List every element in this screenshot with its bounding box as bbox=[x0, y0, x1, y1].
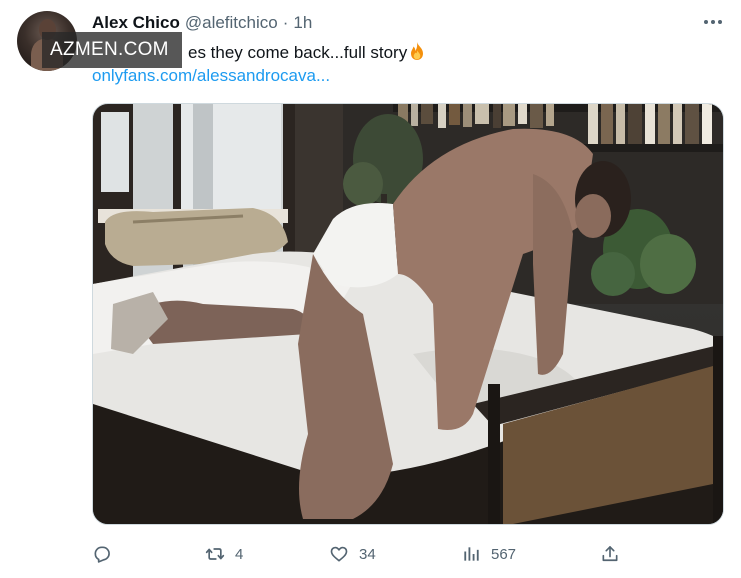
action-bar: 4 34 567 bbox=[92, 540, 724, 568]
tweet-header: Alex Chico @alefitchico · 1h bbox=[92, 12, 312, 34]
retweet-button[interactable]: 4 bbox=[205, 540, 243, 568]
watermark: AZMEN.COM bbox=[42, 32, 182, 68]
reply-icon bbox=[94, 546, 110, 563]
retweet-count: 4 bbox=[235, 545, 244, 563]
views-icon bbox=[464, 547, 479, 561]
share-button[interactable] bbox=[600, 540, 620, 568]
more-horizontal-icon bbox=[704, 20, 708, 24]
heart-icon bbox=[330, 546, 348, 562]
retweet-icon bbox=[205, 548, 225, 560]
like-count: 34 bbox=[359, 545, 376, 563]
like-button[interactable]: 34 bbox=[329, 540, 376, 568]
more-dot bbox=[718, 20, 722, 24]
more-dot bbox=[711, 20, 715, 24]
tweet-link[interactable]: onlyfans.com/alessandrocava... bbox=[92, 66, 330, 86]
author-handle[interactable]: @alefitchico bbox=[185, 13, 278, 33]
separator-dot: · bbox=[282, 13, 289, 32]
author-name[interactable]: Alex Chico bbox=[92, 13, 180, 33]
photo-illustration bbox=[93, 104, 723, 524]
window-pane bbox=[101, 112, 129, 192]
views-button[interactable]: 567 bbox=[461, 540, 516, 568]
tweet-media-photo[interactable] bbox=[92, 103, 724, 525]
more-options-button[interactable] bbox=[700, 12, 726, 32]
tweet[interactable]: Alex Chico @alefitchico · 1h es they com… bbox=[0, 0, 741, 578]
tweet-time[interactable]: 1h bbox=[293, 13, 312, 33]
tweet-text-content: es they come back...full story bbox=[188, 43, 408, 62]
views-count: 567 bbox=[491, 545, 517, 563]
tweet-text: es they come back...full story bbox=[188, 41, 426, 63]
fire-emoji-icon bbox=[411, 42, 424, 60]
reply-button[interactable] bbox=[92, 540, 122, 568]
share-icon bbox=[602, 546, 618, 562]
